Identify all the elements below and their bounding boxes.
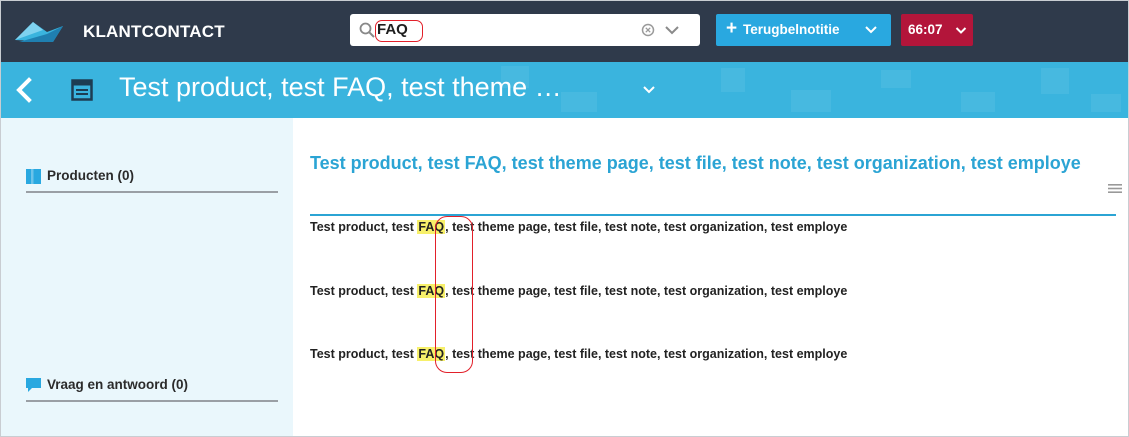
decor-tile [961, 92, 995, 112]
result-text: Test product, test [310, 220, 418, 234]
result-text: Test product, test [310, 284, 418, 298]
plus-icon: + [726, 18, 738, 39]
result-text: , test theme page, test file, test note,… [445, 220, 848, 234]
sidebar: Producten (0) Vraag en antwoord (0) [1, 118, 293, 436]
decor-tile [1041, 68, 1069, 94]
callback-note-button[interactable]: + Terugbelnotitie [716, 14, 891, 46]
result-text: Test product, test [310, 347, 418, 361]
chevron-down-icon[interactable] [642, 85, 656, 95]
result-line[interactable]: Test product, test FAQ, test theme page,… [310, 220, 847, 234]
decor-tile [1091, 94, 1121, 112]
page-title: Test product, test FAQ, test theme … [119, 72, 562, 102]
top-bar: KLANTCONTACT FAQ + Terugbelnotitie 66:07 [1, 1, 1128, 62]
result-text: , test theme page, test file, test note,… [445, 347, 848, 361]
back-arrow-icon[interactable] [15, 76, 33, 104]
result-line[interactable]: Test product, test FAQ, test theme page,… [310, 284, 847, 298]
sidebar-section-label: Producten (0) [47, 168, 135, 183]
decor-tile [721, 68, 745, 92]
timer-button[interactable]: 66:07 [901, 14, 973, 46]
page-header: Test product, test FAQ, test theme … [1, 62, 1128, 118]
search-icon [359, 22, 375, 38]
page-layout-icon [71, 79, 93, 101]
result-text: , test theme page, test file, test note,… [445, 284, 848, 298]
decor-tile [561, 92, 597, 112]
decor-tile [791, 90, 831, 112]
heading-divider [310, 214, 1116, 216]
clear-icon[interactable] [641, 23, 655, 37]
cloud-logo-icon[interactable] [13, 18, 65, 44]
bookmark-icon [26, 169, 41, 184]
app-window: KLANTCONTACT FAQ + Terugbelnotitie 66:07… [0, 0, 1129, 437]
speech-bubble-icon [26, 378, 41, 392]
main-content: Test product, test FAQ, test theme page,… [293, 118, 1128, 436]
chevron-down-icon [865, 26, 877, 34]
menu-icon[interactable] [1108, 184, 1122, 193]
chevron-down-icon[interactable] [664, 24, 680, 36]
result-heading[interactable]: Test product, test FAQ, test theme page,… [310, 151, 1100, 176]
decor-tile [881, 70, 911, 88]
sidebar-section-faq[interactable]: Vraag en antwoord (0) [26, 377, 278, 402]
brand-name: KLANTCONTACT [83, 22, 225, 41]
chevron-down-icon [955, 27, 967, 34]
annotation-circle [435, 216, 473, 373]
sidebar-section-label: Vraag en antwoord (0) [47, 377, 189, 392]
annotation-circle [375, 20, 423, 42]
result-line[interactable]: Test product, test FAQ, test theme page,… [310, 347, 847, 361]
callback-note-label: Terugbelnotitie [743, 22, 840, 37]
timer-label: 66:07 [908, 22, 943, 37]
sidebar-section-products[interactable]: Producten (0) [26, 168, 278, 193]
